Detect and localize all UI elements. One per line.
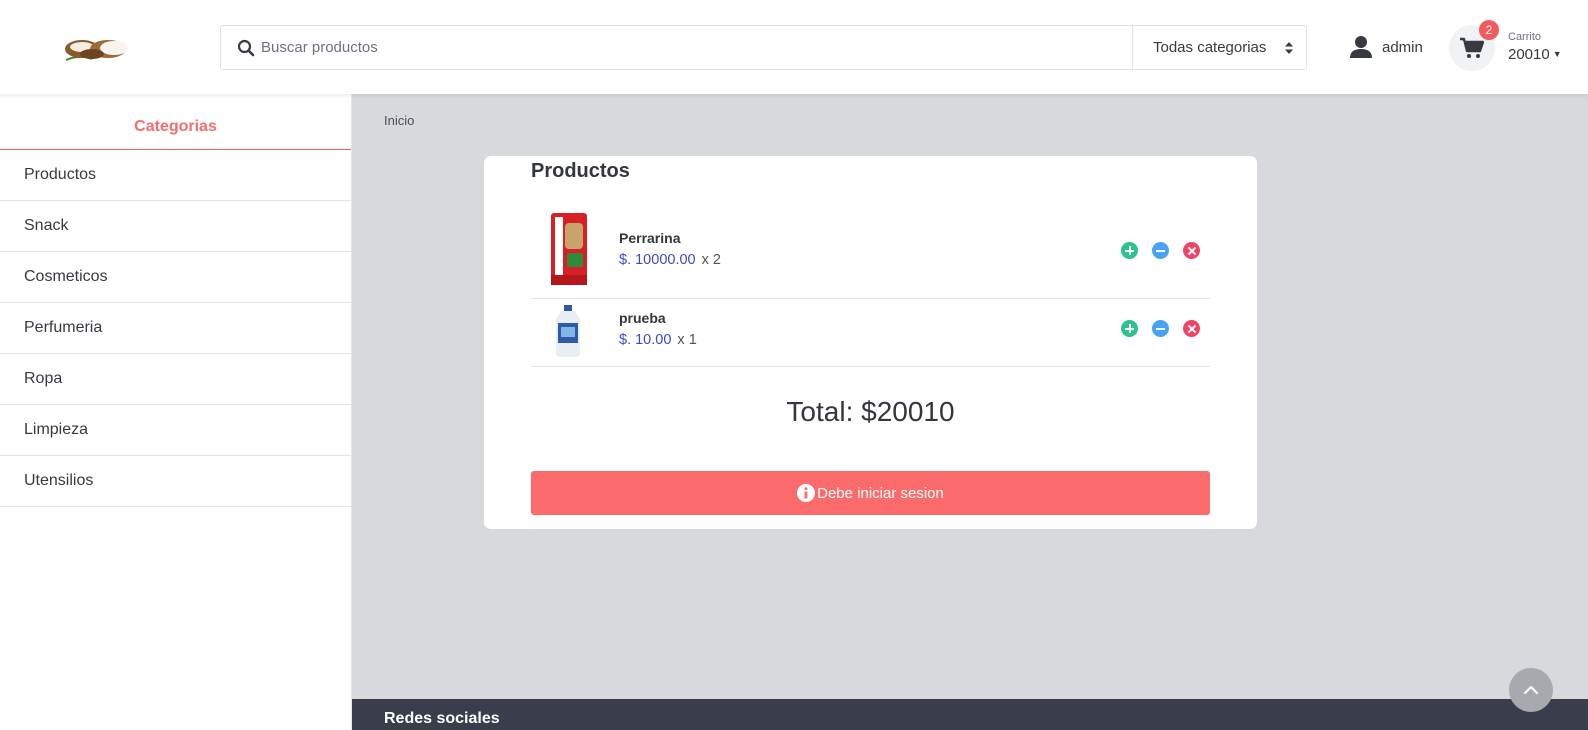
cart-item: Perrarina $. 10000.00 x 2 <box>531 208 1210 299</box>
sidebar-item-productos[interactable]: Productos <box>0 150 351 201</box>
coconut-logo[interactable] <box>62 34 138 64</box>
cart-card: Productos Perrarina $. 10000.00 x 2 prue… <box>484 156 1257 529</box>
user-icon <box>1350 36 1372 58</box>
item-actions <box>1121 320 1200 337</box>
chevron-up-icon <box>1523 685 1539 695</box>
search-bar: Todas categorias <box>220 25 1307 70</box>
plus-circle-icon[interactable] <box>1121 242 1138 259</box>
product-price: $. 10000.00 x 2 <box>619 252 721 268</box>
sidebar-title: Categorias <box>0 94 351 150</box>
login-button-label: Debe iniciar sesion <box>817 484 944 502</box>
card-title: Productos <box>531 160 630 182</box>
search-icon <box>237 39 255 57</box>
sidebar-item-perfumeria[interactable]: Perfumeria <box>0 303 351 354</box>
footer-title: Redes sociales <box>384 710 500 727</box>
sidebar-item-ropa[interactable]: Ropa <box>0 354 351 405</box>
product-image <box>556 305 580 357</box>
search-input[interactable] <box>261 26 1121 69</box>
sidebar-item-snack[interactable]: Snack <box>0 201 351 252</box>
product-quantity: x 1 <box>677 332 697 348</box>
product-price: $. 10.00 x 1 <box>619 332 697 348</box>
cart-total-label: Total: $20010 <box>786 396 955 427</box>
product-name: prueba <box>619 310 666 326</box>
product-name: Perrarina <box>619 230 681 246</box>
category-select-value: Todas categorias <box>1153 39 1267 56</box>
breadcrumb[interactable]: Inicio <box>384 113 414 128</box>
minus-circle-icon[interactable] <box>1152 242 1169 259</box>
site-header: Todas categorias admin 2 Carrito 20010▼ <box>0 0 1588 94</box>
cart-label: Carrito <box>1508 31 1542 43</box>
shopping-cart-icon <box>1460 37 1484 58</box>
product-quantity: x 2 <box>701 252 721 268</box>
category-sidebar: Categorias Productos Snack Cosmeticos Pe… <box>0 94 352 730</box>
product-image <box>551 213 587 285</box>
cart-count-badge: 2 <box>1479 20 1499 40</box>
minus-circle-icon[interactable] <box>1152 320 1169 337</box>
user-name: admin <box>1382 38 1423 56</box>
remove-circle-icon[interactable] <box>1183 242 1200 259</box>
site-footer: Redes sociales <box>352 699 1588 730</box>
sidebar-item-utensilios[interactable]: Utensilios <box>0 456 351 507</box>
plus-circle-icon[interactable] <box>1121 320 1138 337</box>
item-actions <box>1121 242 1200 259</box>
sidebar-item-cosmeticos[interactable]: Cosmeticos <box>0 252 351 303</box>
category-select[interactable]: Todas categorias <box>1132 26 1307 69</box>
sidebar-item-limpieza[interactable]: Limpieza <box>0 405 351 456</box>
cart-total: 20010 <box>1508 46 1550 63</box>
info-circle-icon <box>797 484 816 502</box>
login-required-button[interactable]: Debe iniciar sesion <box>531 471 1210 515</box>
scroll-to-top-button[interactable] <box>1509 668 1553 712</box>
caret-down-icon: ▼ <box>1552 49 1562 59</box>
cart-item: prueba $. 10.00 x 1 <box>531 299 1210 367</box>
remove-circle-icon[interactable] <box>1183 320 1200 337</box>
sort-icon <box>1285 42 1293 54</box>
user-account[interactable]: admin <box>1350 30 1423 64</box>
cart-summary[interactable]: Carrito 20010 ▼ <box>1508 31 1562 65</box>
price-value: $. 10000.00 <box>619 252 696 268</box>
price-value: $. 10.00 <box>619 332 672 348</box>
main-content: Inicio Productos Perrarina $. 10000.00 x … <box>352 94 1588 699</box>
